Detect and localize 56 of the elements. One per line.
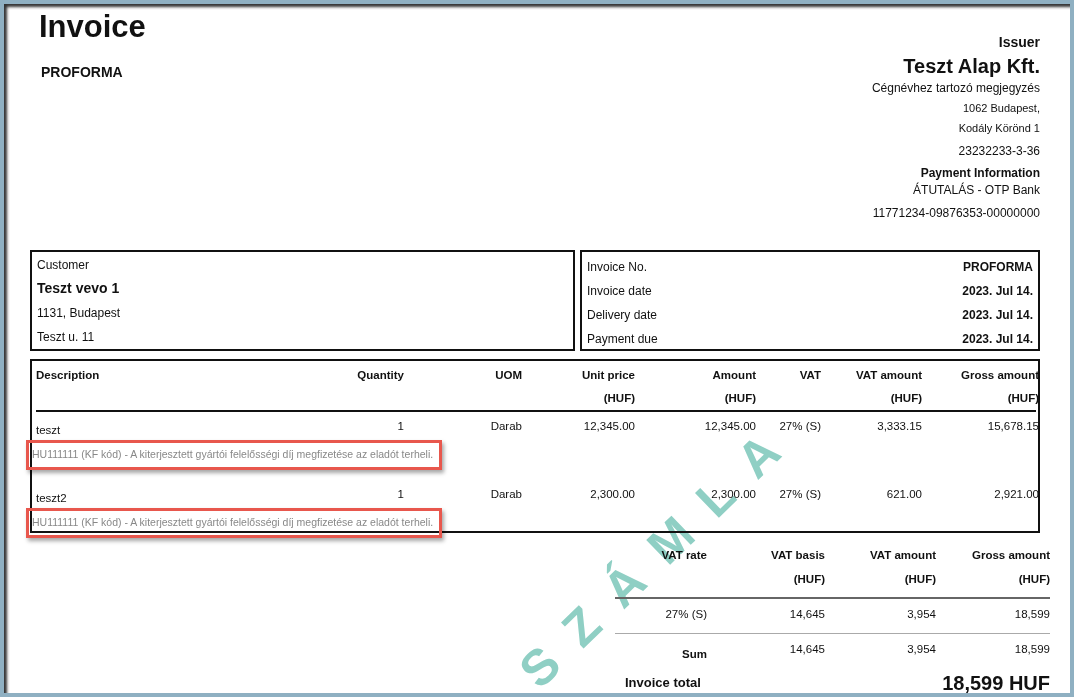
address-line: Teszt u. 11 — [37, 329, 96, 347]
customer-label: Customer — [37, 257, 90, 275]
column-header: Unit price — [580, 368, 635, 384]
column-header: Description — [36, 368, 101, 384]
tax-number: 23232233-3-36 — [957, 143, 1040, 158]
info-value: 2023. Jul 14. — [962, 283, 1033, 301]
payment-method: ÁTUTALÁS - OTP Bank — [912, 183, 1040, 198]
info-value: PROFORMA — [963, 259, 1033, 277]
info-label: Invoice No. — [587, 259, 648, 277]
table-cell: 1 — [397, 420, 404, 433]
column-header: Quantity — [356, 368, 404, 384]
info-label: Delivery date — [587, 307, 658, 325]
invoice-title: Invoice — [39, 10, 146, 45]
item-note: HU111111 (KF kód) - A kiterjesztett gyártói felelősségi díj megfizetése az eladót terheli. — [26, 507, 443, 538]
info-label: Invoice date — [587, 283, 652, 301]
table-cell: 2,921.00 — [994, 487, 1039, 500]
table-cell: 3,333.15 — [877, 420, 922, 433]
company-note: Cégnévhez tartozó megjegyzés — [871, 80, 1040, 96]
table-cell: 18,599 — [1014, 608, 1050, 621]
column-header: Gross amount — [960, 368, 1039, 384]
column-unit: (HUF) — [1017, 572, 1050, 588]
info-value: 2023. Jul 14. — [962, 331, 1033, 349]
document-type: PROFORMA — [41, 63, 124, 83]
item-note: HU111111 (KF kód) - A kiterjesztett gyártói felelősségi díj megfizetése az eladót terheli. — [26, 440, 443, 470]
address-line: 1062 Budapest, — [961, 102, 1040, 116]
column-header: Amount — [711, 368, 756, 384]
column-header: VAT amount — [869, 548, 936, 564]
table-cell: Darab — [490, 420, 522, 433]
table-cell: 621.00 — [886, 487, 922, 500]
total-amount: 18,599 HUF — [942, 670, 1050, 693]
column-unit: (HUF) — [723, 391, 756, 407]
column-header: VAT — [798, 368, 821, 384]
customer-name: Teszt vevo 1 — [37, 279, 121, 299]
column-unit: (HUF) — [889, 391, 922, 407]
table-cell: 1 — [397, 487, 404, 500]
info-value: 2023. Jul 14. — [962, 307, 1033, 325]
address-line: Kodály Körönd 1 — [957, 122, 1040, 136]
column-header: VAT amount — [855, 368, 922, 384]
column-header: UOM — [494, 368, 522, 384]
table-cell: 15,678.15 — [987, 420, 1039, 433]
column-unit: (HUF) — [903, 572, 936, 588]
company-name: Teszt Alap Kft. — [902, 53, 1040, 78]
table-cell: teszt — [36, 424, 61, 437]
column-unit: (HUF) — [602, 391, 635, 407]
account-number: 11771234-09876353-00000000 — [871, 205, 1040, 221]
table-cell: 18,599 — [1014, 643, 1050, 656]
info-label: Payment due — [587, 331, 658, 349]
table-cell: 3,954 — [907, 643, 936, 656]
table-cell: teszt2 — [36, 491, 67, 504]
table-cell: Darab — [490, 487, 522, 500]
address-line: 1131, Budapest — [37, 305, 122, 323]
column-header: Gross amount — [971, 548, 1050, 564]
column-unit: (HUF) — [1006, 391, 1039, 407]
section-heading: Payment Information — [919, 165, 1040, 181]
section-heading: Issuer — [997, 34, 1040, 51]
table-cell: 3,954 — [907, 608, 936, 621]
